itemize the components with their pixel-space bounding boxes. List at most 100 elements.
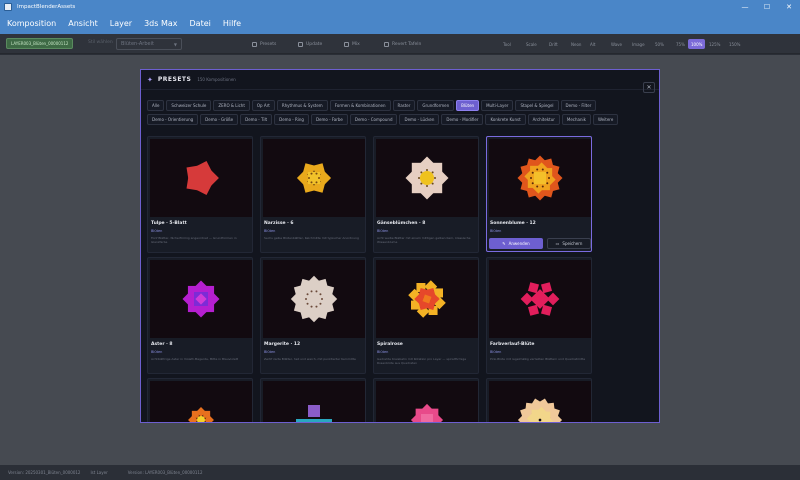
flower-graphic: [290, 275, 338, 323]
preset-description: Fünf Blätter, fächerförmig angeordnet — …: [151, 236, 237, 244]
toolbar-toggle[interactable]: Wave: [608, 39, 625, 49]
preset-card[interactable]: Tulpe · 5-Blatt Blüten Fünf Blätter, fäche…: [147, 136, 253, 253]
presets-button[interactable]: Presets: [252, 39, 276, 49]
menu-hilfe[interactable]: Hilfe: [217, 14, 247, 34]
preset-category: Blüten: [377, 229, 389, 233]
presets-dialog: ✦ PRESETS 150 Kompositionen ✕ Alle Schwei…: [140, 69, 660, 423]
toolbar-toggle[interactable]: Tool: [500, 39, 514, 49]
toolbar-toggle[interactable]: Drift: [546, 39, 561, 49]
toolbar-toggle[interactable]: Scale: [523, 39, 540, 49]
minimize-button[interactable]: —: [734, 0, 756, 14]
save-icon: ▭: [555, 241, 560, 246]
preset-name: Tulpe · 5-Blatt: [151, 221, 187, 226]
filter-chip[interactable]: Demo - Modifier: [441, 114, 484, 125]
flower-graphic: [408, 280, 446, 318]
status-version: Version: 20250301_Blüten_0000012: [8, 470, 81, 475]
category-filter: Alle Schweizer Schule ZERO & Licht Op Art Rh…: [147, 100, 627, 125]
preset-category: Blüten: [151, 229, 163, 233]
preset-card[interactable]: [147, 378, 253, 422]
close-dialog-button[interactable]: ✕: [643, 82, 655, 93]
preset-thumbnail: [263, 381, 365, 422]
mix-button[interactable]: Mix: [344, 39, 360, 49]
filter-chip[interactable]: Demo - Farbe: [310, 114, 348, 125]
filter-chip[interactable]: Demo - Tilt: [240, 114, 273, 125]
app-icon: [4, 3, 12, 11]
filter-chip[interactable]: Rhythmus & System: [276, 100, 328, 111]
filter-chip[interactable]: Demo - Lücken: [399, 114, 440, 125]
filter-chip[interactable]: Demo - Ring: [274, 114, 309, 125]
flower-graphic: [410, 403, 444, 422]
preset-card[interactable]: Spiralrose Blüten Gedrehte Kreisbahn mit R…: [373, 257, 479, 374]
apply-button[interactable]: ✎ Anwenden: [489, 238, 543, 249]
save-button[interactable]: ▭ Speichern: [547, 238, 591, 249]
menu-ansicht[interactable]: Ansicht: [62, 14, 104, 34]
preset-thumbnail: [150, 381, 252, 422]
filter-chip[interactable]: Demo - Filter: [560, 100, 597, 111]
maximize-button[interactable]: ☐: [756, 0, 778, 14]
close-window-button[interactable]: ✕: [778, 0, 800, 14]
filter-chip[interactable]: Demo - Größe: [200, 114, 239, 125]
flower-graphic: [296, 405, 332, 422]
preset-name: Aster · 8: [151, 342, 173, 347]
filter-chip[interactable]: Weitere: [592, 114, 619, 125]
preset-card[interactable]: Sonnenblume · 12 Blüten ✎ Anwenden ▭ Speicher…: [486, 136, 592, 252]
filter-chip[interactable]: Alle: [147, 100, 165, 111]
preset-card[interactable]: [486, 378, 592, 422]
menu-3ds-max[interactable]: 3ds Max: [138, 14, 183, 34]
dialog-title: PRESETS: [157, 76, 192, 83]
toolbar-toggle[interactable]: Image: [629, 39, 648, 49]
filter-chip[interactable]: Demo - Compound: [349, 114, 398, 125]
toolbar: LAYER003_Blüten_00000112 Stil wählen Blü…: [0, 34, 800, 54]
preset-thumbnail: [150, 139, 252, 217]
flower-graphic: [520, 282, 560, 316]
revert-button[interactable]: Revert Tafeln: [384, 39, 421, 49]
update-button[interactable]: Update: [298, 39, 322, 49]
menu-bar: Komposition Ansicht Layer 3ds Max Datei …: [0, 14, 800, 34]
toolbar-toggle[interactable]: Neon: [568, 39, 584, 49]
filter-chip[interactable]: Mechanik: [561, 114, 591, 125]
filter-chip[interactable]: Multi-Layer: [481, 100, 514, 111]
style-select[interactable]: Blüten-Arbeit ▼: [116, 38, 182, 50]
filter-chip[interactable]: Grundformen: [417, 100, 455, 111]
filter-chip[interactable]: Konkrete Kunst: [485, 114, 526, 125]
window-title: ImpactBlenderAssets: [17, 4, 76, 10]
preset-card[interactable]: Margerite · 12 Blüten Zwölf zarte Blätter,…: [260, 257, 366, 374]
filter-chip[interactable]: Demo - Orientierung: [147, 114, 199, 125]
filter-chip[interactable]: Architektur: [527, 114, 560, 125]
filter-chip[interactable]: Stapel & Spiegel: [515, 100, 559, 111]
filter-chip[interactable]: ZERO & Licht: [213, 100, 250, 111]
preset-card[interactable]: Gänseblümchen · 8 Blüten Acht weiße Blätte…: [373, 136, 479, 253]
preset-card[interactable]: Farbverlauf-Blüte Blüten Pink-Blüte mit re…: [486, 257, 592, 374]
preset-name: Spiralrose: [377, 342, 403, 347]
revert-icon: [384, 41, 389, 47]
flower-graphic: [188, 407, 214, 422]
filter-chip[interactable]: Raster: [392, 100, 416, 111]
magic-wand-icon: ✦: [147, 75, 153, 84]
toolbar-toggle[interactable]: Alt: [587, 39, 598, 49]
style-label: Stil wählen: [88, 40, 113, 45]
presets-icon: [252, 41, 257, 47]
toolbar-toggle[interactable]: 125%: [706, 39, 723, 49]
filter-chip[interactable]: Schweizer Schule: [166, 100, 212, 111]
menu-datei[interactable]: Datei: [184, 14, 217, 34]
preset-name: Narzisse · 6: [264, 221, 294, 226]
preset-category: Blüten: [490, 350, 502, 354]
preset-name: Gänseblümchen · 8: [377, 221, 426, 226]
preset-name: Margerite · 12: [264, 342, 301, 347]
preset-card[interactable]: [373, 378, 479, 422]
toolbar-toggle[interactable]: 100%: [688, 39, 706, 49]
filter-chip[interactable]: Op Art: [251, 100, 275, 111]
flower-graphic: [296, 163, 332, 193]
preset-card[interactable]: [260, 378, 366, 422]
preset-card[interactable]: Aster · 8 Blüten Achtblättrige Aster in Vi…: [147, 257, 253, 374]
toolbar-toggle[interactable]: 75%: [673, 39, 688, 49]
toolbar-toggle[interactable]: 150%: [726, 39, 743, 49]
preset-card[interactable]: Narzisse · 6 Blüten Sechs gelbe Blütenblät…: [260, 136, 366, 253]
version-badge[interactable]: LAYER003_Blüten_00000112: [6, 38, 74, 49]
filter-chip[interactable]: Formen & Kombinationen: [329, 100, 391, 111]
menu-komposition[interactable]: Komposition: [0, 14, 62, 34]
preset-thumbnail: [376, 260, 478, 338]
toolbar-toggle[interactable]: 50%: [652, 39, 667, 49]
filter-chip[interactable]: Blüten: [456, 100, 480, 111]
menu-layer[interactable]: Layer: [104, 14, 138, 34]
